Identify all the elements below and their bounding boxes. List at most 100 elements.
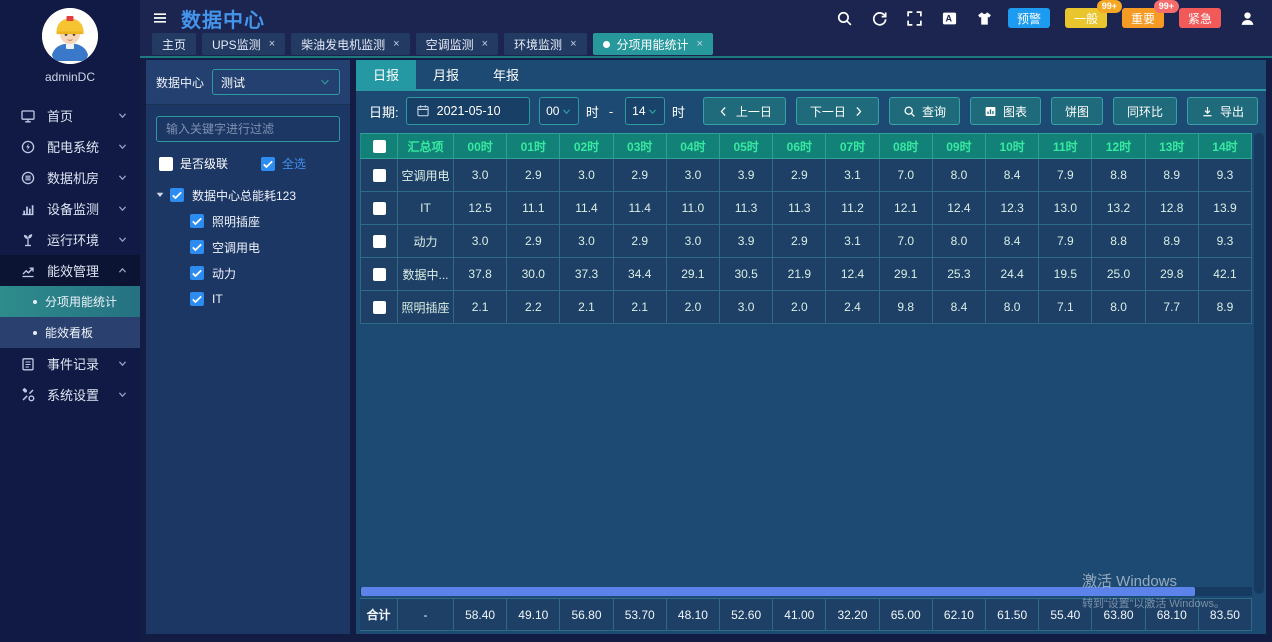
toolbar-button-label: 查询	[922, 103, 946, 120]
tree-node-checkbox[interactable]	[190, 266, 204, 280]
select-all-checkbox[interactable]	[261, 157, 275, 171]
tree-node[interactable]: 照明插座	[154, 208, 342, 234]
header-tab[interactable]: UPS监测×	[202, 33, 285, 55]
header-tab[interactable]: 主页	[152, 33, 196, 55]
close-icon[interactable]: ×	[269, 38, 275, 50]
horizontal-scrollbar-thumb[interactable]	[361, 587, 1195, 596]
header-tab[interactable]: 环境监测 ×	[504, 33, 586, 55]
sidebar-subitem-energy-stats[interactable]: 分项用能统计	[0, 286, 140, 317]
close-icon[interactable]: ×	[697, 38, 703, 50]
hour-to-select[interactable]: 14	[625, 97, 665, 125]
table-row: 数据中...37.830.037.334.429.130.521.912.429…	[360, 258, 1252, 291]
refresh-icon[interactable]	[871, 10, 888, 27]
date-picker[interactable]: 2021-05-10	[406, 97, 530, 125]
toolbar-button-label: 下一日	[810, 103, 846, 120]
value-cell: 24.4	[986, 258, 1039, 291]
footer-total-label: 合计	[360, 598, 398, 631]
sidebar-subitem-label: 能效看板	[45, 324, 93, 341]
tree-node-checkbox[interactable]	[190, 292, 204, 306]
header-tab[interactable]: 空调监测×	[416, 33, 498, 55]
value-cell: 8.9	[1199, 291, 1252, 324]
hamburger-icon[interactable]	[152, 10, 168, 26]
tree-node[interactable]: IT	[154, 286, 342, 312]
sidebar-item-runtime-environment[interactable]: 运行环境	[0, 224, 140, 255]
fullscreen-icon[interactable]	[906, 10, 923, 27]
alarm-button-2[interactable]: 一般99+	[1065, 8, 1107, 28]
value-cell: 8.0	[1092, 291, 1145, 324]
toolbar-button-3[interactable]: 查询	[889, 97, 960, 125]
toolbar-button-2[interactable]: 下一日	[796, 97, 879, 125]
header-tab[interactable]: 分项用能统计×	[593, 33, 713, 55]
tree-node[interactable]: 动力	[154, 260, 342, 286]
value-cell: 3.0	[667, 159, 720, 192]
toolbar-button-7[interactable]: 导出	[1187, 97, 1258, 125]
vertical-scrollbar[interactable]	[1254, 133, 1264, 594]
report-tab-月报[interactable]: 月报	[416, 60, 476, 89]
alarm-button-4[interactable]: 紧急	[1179, 8, 1221, 28]
avatar[interactable]	[42, 8, 98, 64]
tree-search-input[interactable]	[156, 116, 340, 142]
value-cell: 11.4	[614, 192, 667, 225]
datacenter-select[interactable]: 测试	[212, 69, 340, 95]
row-checkbox[interactable]	[373, 301, 386, 314]
close-icon[interactable]: ×	[570, 38, 576, 50]
datacenter-label: 数据中心	[156, 74, 204, 91]
sidebar-item-device-monitoring[interactable]: 设备监测	[0, 193, 140, 224]
row-checkbox[interactable]	[373, 169, 386, 182]
close-icon[interactable]: ×	[482, 38, 488, 50]
hour-from-select[interactable]: 00	[539, 97, 579, 125]
search-icon[interactable]	[836, 10, 853, 27]
value-cell: 29.1	[880, 258, 933, 291]
report-tab-日报[interactable]: 日报	[356, 60, 416, 89]
value-cell: 2.4	[826, 291, 879, 324]
select-all-label[interactable]: 全选	[282, 155, 306, 172]
sidebar-item-label: 系统设置	[47, 385, 117, 404]
tree-node-checkbox[interactable]	[190, 214, 204, 228]
select-all-rows-checkbox[interactable]	[373, 140, 386, 153]
header-tab-label: 环境监测	[514, 36, 562, 53]
close-icon[interactable]: ×	[393, 38, 399, 50]
toolbar-button-5[interactable]: 饼图	[1051, 97, 1103, 125]
tree-root-checkbox[interactable]	[170, 188, 184, 202]
row-label-cell: 空调用电	[398, 159, 454, 192]
sidebar-item-power-distribution[interactable]: 配电系统	[0, 131, 140, 162]
sidebar-item-data-room[interactable]: 数据机房	[0, 162, 140, 193]
system-settings-icon	[20, 387, 36, 403]
chevron-down-icon	[117, 141, 128, 152]
user-icon[interactable]	[1239, 10, 1256, 27]
sidebar-item-system-settings[interactable]: 系统设置	[0, 379, 140, 410]
header-cell: 02时	[560, 133, 613, 159]
header-tab[interactable]: 柴油发电机监测×	[291, 33, 409, 55]
power-distribution-icon	[20, 139, 36, 155]
tree-node-checkbox[interactable]	[190, 240, 204, 254]
theme-icon[interactable]	[976, 10, 993, 27]
toolbar-button-1[interactable]: 上一日	[703, 97, 786, 125]
chevron-down-icon	[319, 76, 331, 88]
cascade-checkbox[interactable]	[159, 157, 173, 171]
tree-root-row[interactable]: 数据中心总能耗123	[154, 182, 342, 208]
row-checkbox[interactable]	[373, 202, 386, 215]
footer-value-cell: 61.50	[986, 598, 1039, 631]
tree-node[interactable]: 空调用电	[154, 234, 342, 260]
home-icon	[20, 108, 36, 124]
toolbar-button-4[interactable]: 图表	[970, 97, 1041, 125]
row-checkbox[interactable]	[373, 235, 386, 248]
translate-icon[interactable]: A	[941, 10, 958, 27]
toolbar-button-6[interactable]: 同环比	[1113, 97, 1177, 125]
sidebar-item-event-log[interactable]: 事件记录	[0, 348, 140, 379]
value-cell: 11.3	[720, 192, 773, 225]
sidebar-item-home[interactable]: 首页	[0, 100, 140, 131]
table-row: 照明插座2.12.22.12.12.03.02.02.49.88.48.07.1…	[360, 291, 1252, 324]
header-cell: 00时	[454, 133, 507, 159]
alarm-button-3[interactable]: 重要99+	[1122, 8, 1164, 28]
report-tab-年报[interactable]: 年报	[476, 60, 536, 89]
value-cell: 37.3	[560, 258, 613, 291]
sidebar-item-energy-management[interactable]: 能效管理	[0, 255, 140, 286]
caret-down-icon[interactable]	[154, 189, 166, 201]
alarm-button-1[interactable]: 预警	[1008, 8, 1050, 28]
report-tab-bar: 日报月报年报	[356, 60, 1266, 91]
footer-value-cell: -	[398, 598, 454, 631]
sidebar-subitem-energy-dashboard[interactable]: 能效看板	[0, 317, 140, 348]
row-checkbox[interactable]	[373, 268, 386, 281]
value-cell: 11.0	[667, 192, 720, 225]
